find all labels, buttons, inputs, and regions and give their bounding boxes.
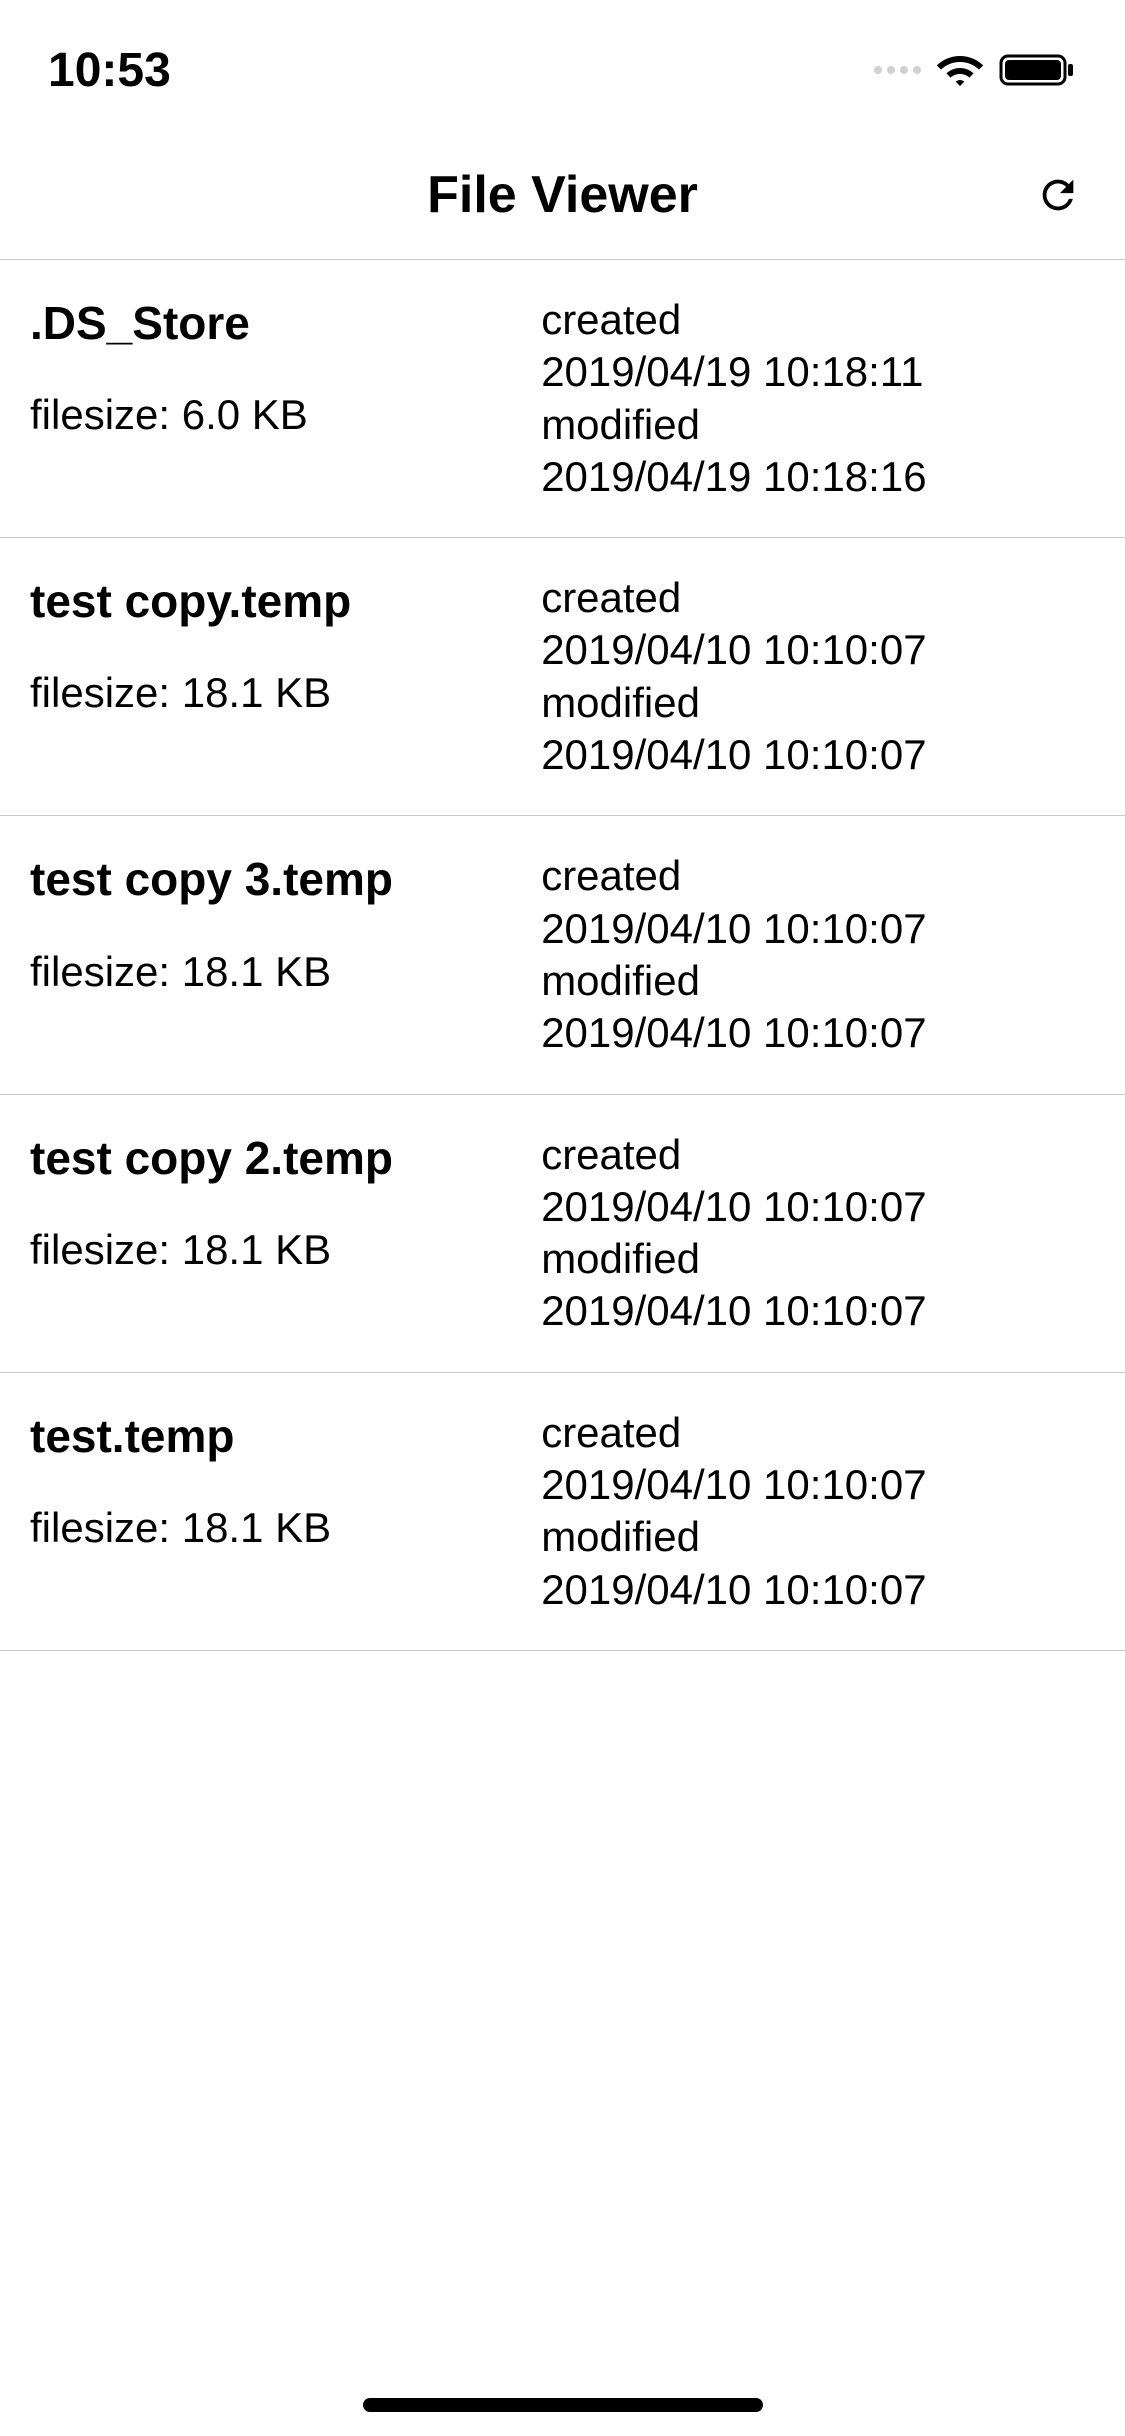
- modified-value: 2019/04/10 10:10:07: [541, 1009, 1095, 1057]
- battery-icon: [999, 52, 1077, 88]
- modified-value: 2019/04/10 10:10:07: [541, 731, 1095, 779]
- file-name: .DS_Store: [30, 296, 541, 351]
- navigation-bar: File Viewer: [0, 130, 1125, 260]
- modified-value: 2019/04/10 10:10:07: [541, 1287, 1095, 1335]
- file-size: filesize: 18.1 KB: [30, 948, 541, 996]
- status-indicators: [874, 52, 1077, 88]
- created-value: 2019/04/10 10:10:07: [541, 1461, 1095, 1509]
- cellular-signal-icon: [874, 66, 921, 74]
- file-row[interactable]: test copy.temp filesize: 18.1 KB created…: [0, 538, 1125, 816]
- modified-label: modified: [541, 957, 1095, 1005]
- refresh-button[interactable]: [1031, 168, 1085, 222]
- created-value: 2019/04/19 10:18:11: [541, 348, 1095, 396]
- file-list: .DS_Store filesize: 6.0 KB created 2019/…: [0, 260, 1125, 1651]
- modified-value: 2019/04/10 10:10:07: [541, 1566, 1095, 1614]
- page-title: File Viewer: [427, 165, 698, 225]
- file-row[interactable]: test copy 2.temp filesize: 18.1 KB creat…: [0, 1095, 1125, 1373]
- created-value: 2019/04/10 10:10:07: [541, 1183, 1095, 1231]
- created-label: created: [541, 574, 1095, 622]
- file-size: filesize: 6.0 KB: [30, 391, 541, 439]
- home-indicator[interactable]: [363, 2398, 763, 2412]
- created-label: created: [541, 1131, 1095, 1179]
- file-row[interactable]: test copy 3.temp filesize: 18.1 KB creat…: [0, 816, 1125, 1094]
- file-size: filesize: 18.1 KB: [30, 1504, 541, 1552]
- file-row[interactable]: .DS_Store filesize: 6.0 KB created 2019/…: [0, 260, 1125, 538]
- created-label: created: [541, 1409, 1095, 1457]
- modified-value: 2019/04/19 10:18:16: [541, 453, 1095, 501]
- created-value: 2019/04/10 10:10:07: [541, 905, 1095, 953]
- refresh-icon: [1035, 172, 1081, 218]
- modified-label: modified: [541, 679, 1095, 727]
- file-row[interactable]: test.temp filesize: 18.1 KB created 2019…: [0, 1373, 1125, 1651]
- file-name: test.temp: [30, 1409, 541, 1464]
- file-name: test copy.temp: [30, 574, 541, 629]
- file-size: filesize: 18.1 KB: [30, 1226, 541, 1274]
- wifi-icon: [936, 52, 984, 88]
- file-size: filesize: 18.1 KB: [30, 669, 541, 717]
- file-name: test copy 3.temp: [30, 852, 541, 907]
- modified-label: modified: [541, 401, 1095, 449]
- created-label: created: [541, 296, 1095, 344]
- status-time: 10:53: [48, 43, 171, 98]
- modified-label: modified: [541, 1235, 1095, 1283]
- file-name: test copy 2.temp: [30, 1131, 541, 1186]
- created-label: created: [541, 852, 1095, 900]
- created-value: 2019/04/10 10:10:07: [541, 626, 1095, 674]
- modified-label: modified: [541, 1513, 1095, 1561]
- status-bar: 10:53: [0, 0, 1125, 130]
